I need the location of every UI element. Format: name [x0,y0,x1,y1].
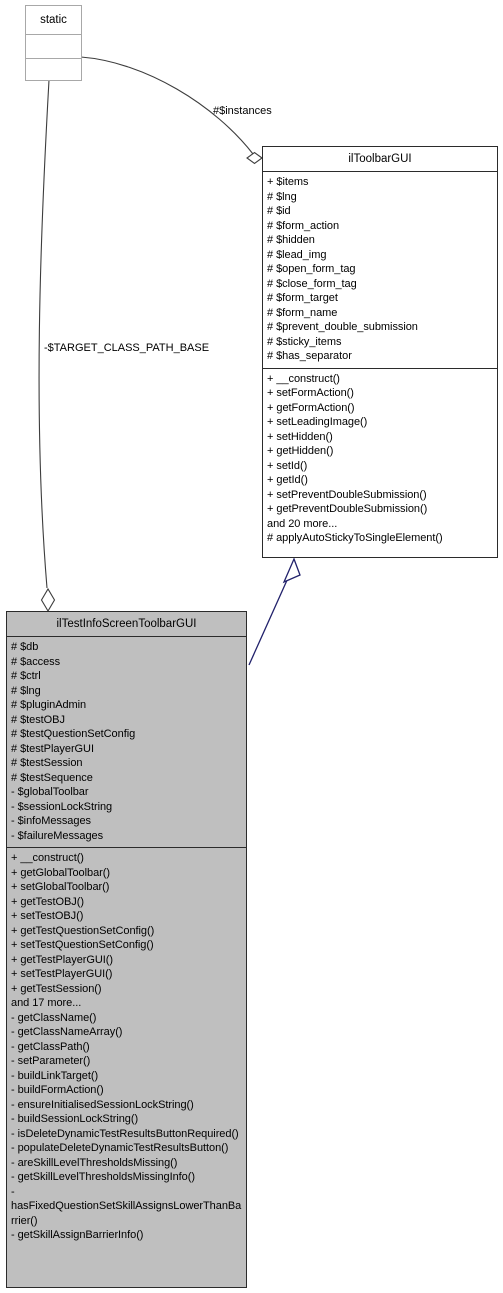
class-member: # $testQuestionSetConfig [11,728,136,740]
class-member: + getFormAction() [267,401,355,414]
class-member: - areSkillLevelThresholdsMissing() [11,1156,178,1169]
class-member: # $sticky_items [267,335,342,348]
class-node-static-title: static [26,6,81,35]
class-member: + setHidden() [267,430,333,443]
edge-instances-diamond-icon [246,151,263,165]
class-member: - buildFormAction() [11,1084,104,1096]
edge-label-instances: #$instances [213,105,272,117]
class-node-static[interactable]: static [25,5,82,81]
class-member: + setGlobalToolbar() [11,881,110,893]
edge-target-class-path-base-line [38,79,50,589]
class-member: # $db [11,641,39,653]
class-member: + getTestPlayerGUI() [11,953,114,966]
class-member: - setParameter() [11,1055,91,1067]
class-member: - getSkillAssignBarrierInfo() [11,1229,144,1241]
class-member: + setFormAction() [267,387,354,399]
class-member: + __construct() [11,852,84,864]
class-member: + getTestSession() [11,982,102,995]
class-node-iltestinfoscreentoolbargui[interactable]: ilTestInfoScreenToolbarGUI # $db # $acces… [6,611,247,1288]
class-member: - populateDeleteDynamicTestResultsButton… [11,1142,229,1154]
class-member: + getTestQuestionSetConfig() [11,924,155,937]
class-member: # $prevent_double_submission [267,321,418,333]
class-node-static-compartment-1 [26,35,81,59]
edge-inheritance-line [248,577,289,666]
class-member: # $testOBJ [11,713,65,726]
class-diagram-canvas: #$instances -$TARGET_CLASS_PATH_BASE sta… [0,0,503,1293]
class-member: # $close_form_tag [267,277,357,290]
class-member: - getSkillLevelThresholdsMissingInfo() [11,1171,195,1183]
class-member: # $testSequence [11,771,93,784]
class-member: - getClassNameArray() [11,1026,123,1038]
class-member: # $form_target [267,292,338,304]
class-member: + __construct() [267,372,340,385]
class-node-iltoolbargui[interactable]: ilToolbarGUI + $items # $lng # $id # $form_… [262,146,498,558]
class-member: # $form_action [267,219,340,232]
class-node-iltoolbargui-methods: + __construct() + setFormAction() + getFor… [263,369,497,550]
edge-target-class-path-base-diamond-icon [40,587,56,613]
class-node-iltoolbargui-title: ilToolbarGUI [263,147,497,172]
class-member: + getPreventDoubleSubmission() [267,503,428,515]
class-member: # $lng [11,684,41,697]
class-member: + setTestQuestionSetConfig() [11,939,154,951]
class-member: # $pluginAdmin [11,699,87,711]
class-member: + $items [267,176,309,188]
class-member: + setTestPlayerGUI() [11,968,113,980]
class-member: - ensureInitialisedSessionLockString() [11,1098,194,1111]
class-member: + setPreventDoubleSubmission() [267,488,427,501]
edge-label-target-class-path-base: -$TARGET_CLASS_PATH_BASE [44,342,210,354]
edge-inheritance-arrowhead-icon [282,557,301,584]
class-member: # $testPlayerGUI [11,742,94,755]
class-node-iltoolbargui-attributes: + $items # $lng # $id # $form_action # $hidd… [263,172,497,369]
class-member: - $globalToolbar [11,786,89,798]
class-member: - buildSessionLockString() [11,1113,139,1125]
class-member: and 20 more... [267,517,338,530]
class-member: # $ctrl [11,670,41,682]
class-member: # $lead_img [267,248,327,261]
class-member: + getHidden() [267,445,334,457]
class-member: # $lng [267,190,297,203]
class-member: + getId() [267,474,308,486]
class-member: # $has_separator [267,350,352,362]
class-member: + setTestOBJ() [11,910,84,922]
class-member: - $failureMessages [11,829,104,842]
class-member: # $open_form_tag [267,263,356,275]
class-node-static-compartment-2 [26,59,81,82]
class-member: - getClassPath() [11,1040,90,1053]
class-member: # $id [267,205,291,217]
class-member: and 17 more... [11,997,82,1009]
class-member: - $infoMessages [11,815,91,827]
class-member: # $hidden [267,234,315,246]
class-member: # $testSession [11,757,83,769]
class-member: - hasFixedQuestionSetSkillAssignsLowerTh… [11,1185,242,1227]
class-node-iltestinfoscreentoolbargui-attributes: # $db # $access # $ctrl # $lng # $pluginAdmi… [7,637,246,848]
class-member: + setLeadingImage() [267,416,368,428]
class-member: # applyAutoStickyToSingleElement() [267,532,443,544]
class-member: # $access [11,655,61,668]
class-node-iltestinfoscreentoolbargui-methods: + __construct() + getGlobalToolbar() + set… [7,848,246,1247]
class-member: + getGlobalToolbar() [11,866,110,879]
class-member: - isDeleteDynamicTestResultsButtonRequir… [11,1127,239,1140]
class-member: - getClassName() [11,1011,97,1024]
class-member: - buildLinkTarget() [11,1069,99,1082]
class-member: + getTestOBJ() [11,895,84,908]
class-member: - $sessionLockString [11,800,113,813]
class-member: # $form_name [267,306,338,319]
class-member: + setId() [267,459,308,472]
class-node-iltestinfoscreentoolbargui-title: ilTestInfoScreenToolbarGUI [7,612,246,637]
